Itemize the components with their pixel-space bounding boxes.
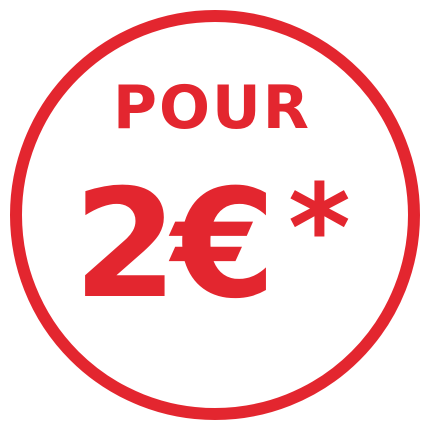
asterisk-mark: *: [287, 160, 351, 299]
price-amount: 2€: [73, 158, 276, 332]
badge-price: 2€ *: [0, 160, 424, 321]
badge-label-top: POUR: [113, 73, 311, 143]
price-badge: POUR 2€ *: [0, 0, 424, 424]
